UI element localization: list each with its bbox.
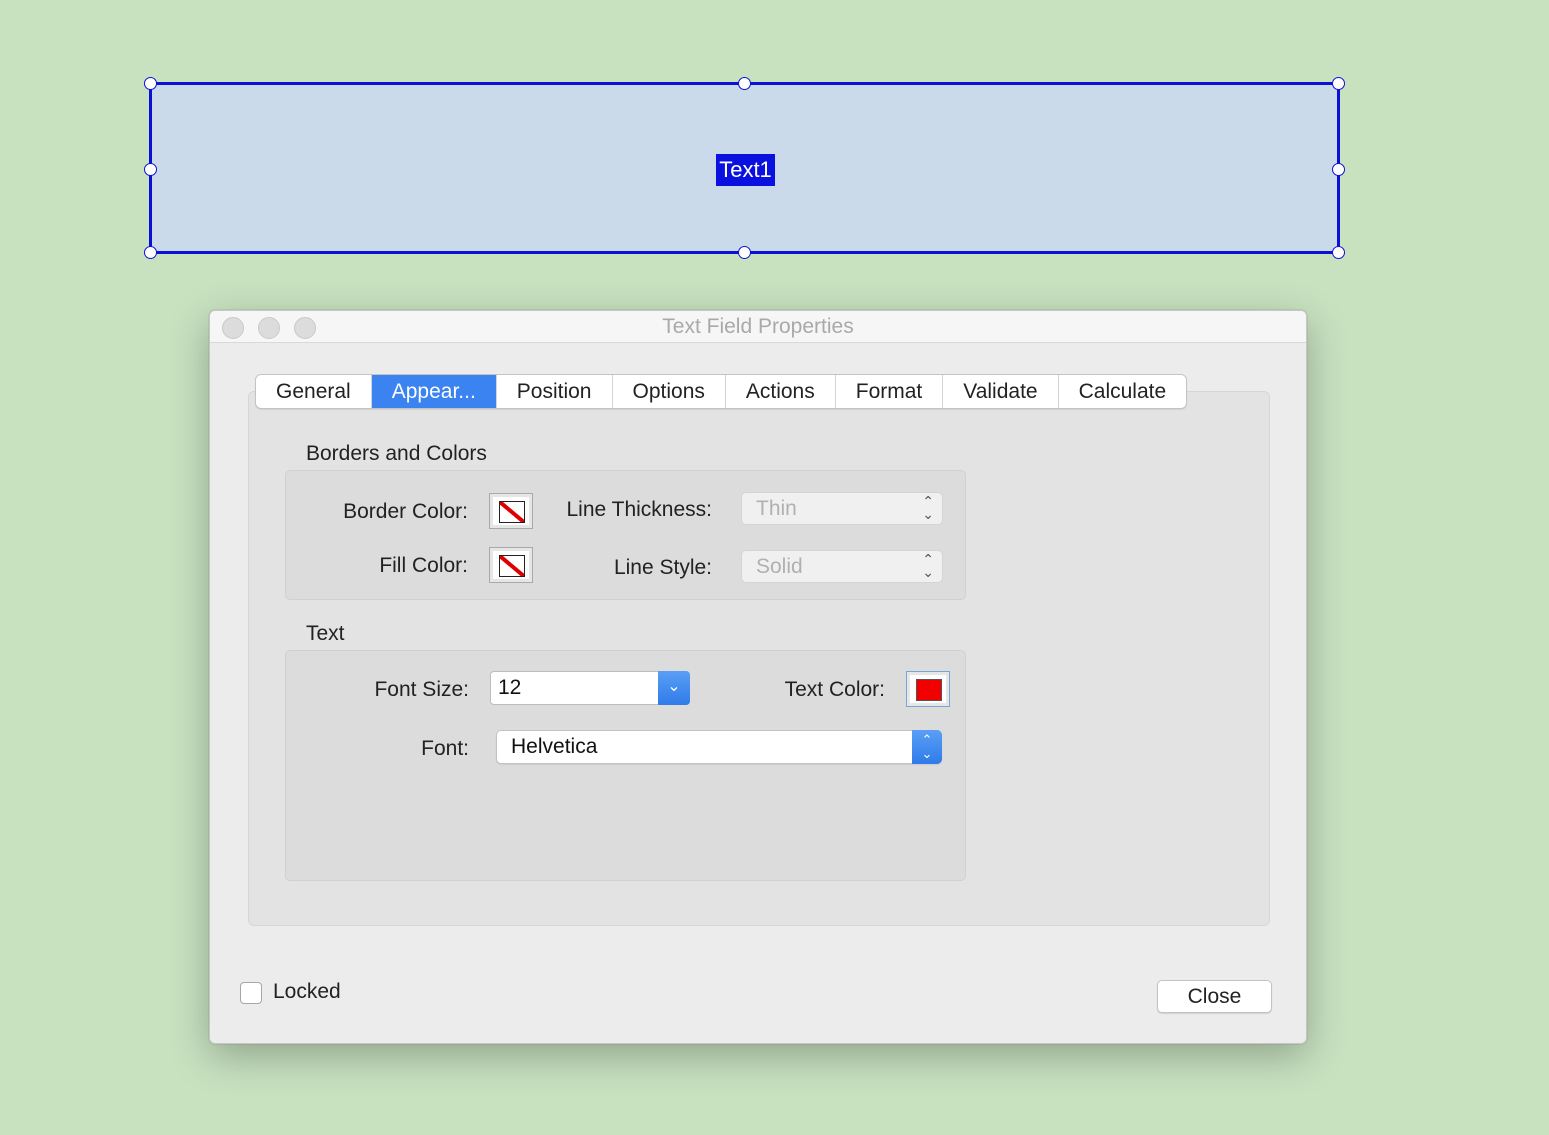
- no-color-icon: [499, 501, 525, 523]
- text-color-fill: [916, 679, 942, 701]
- font-size-label: Font Size:: [374, 678, 469, 701]
- resize-handle-top-center[interactable]: [738, 77, 751, 90]
- border-color-swatch[interactable]: [489, 493, 533, 529]
- border-color-label: Border Color:: [343, 500, 468, 523]
- text-group: Font Size: 12 ⌄ Text Color: Font: Helvet…: [285, 650, 966, 881]
- chevron-up-down-icon: ⌃ ⌄: [912, 730, 942, 764]
- chevron-up-down-icon: ⌃ ⌄: [922, 551, 934, 580]
- resize-handle-bottom-left[interactable]: [144, 246, 157, 259]
- chevron-up-down-icon: ⌃ ⌄: [922, 493, 934, 522]
- font-size-value: 12: [498, 676, 522, 699]
- line-style-value: Solid: [756, 555, 803, 578]
- line-style-select[interactable]: Solid ⌃ ⌄: [741, 550, 943, 583]
- resize-handle-bottom-right[interactable]: [1332, 246, 1345, 259]
- dialog-title: Text Field Properties: [662, 315, 854, 338]
- tab-content-panel: Borders and Colors Border Color: Fill Co…: [248, 391, 1270, 926]
- tab-validate[interactable]: Validate: [943, 375, 1059, 408]
- text-heading: Text: [306, 622, 345, 645]
- tab-actions[interactable]: Actions: [726, 375, 836, 408]
- line-thickness-label: Line Thickness:: [566, 498, 712, 521]
- fill-color-swatch[interactable]: [489, 547, 533, 583]
- resize-handle-middle-left[interactable]: [144, 163, 157, 176]
- close-button[interactable]: Close: [1157, 980, 1272, 1013]
- chevron-down-icon[interactable]: ⌄: [658, 671, 690, 705]
- resize-handle-middle-right[interactable]: [1332, 163, 1345, 176]
- no-color-icon: [499, 555, 525, 577]
- field-name-label: Text1: [716, 154, 775, 186]
- text-color-label: Text Color:: [784, 678, 885, 701]
- line-thickness-select[interactable]: Thin ⌃ ⌄: [741, 492, 943, 525]
- resize-handle-top-right[interactable]: [1332, 77, 1345, 90]
- tab-general[interactable]: General: [256, 375, 372, 408]
- tab-bar: General Appear... Position Options Actio…: [255, 374, 1188, 409]
- locked-checkbox[interactable]: [240, 982, 262, 1004]
- fill-color-label: Fill Color:: [379, 554, 468, 577]
- text-field-properties-dialog: Text Field Properties Borders and Colors…: [209, 310, 1307, 1044]
- locked-label[interactable]: Locked: [273, 980, 341, 1004]
- resize-handle-top-left[interactable]: [144, 77, 157, 90]
- font-label: Font:: [421, 737, 469, 760]
- text-color-swatch[interactable]: [906, 671, 950, 707]
- line-thickness-value: Thin: [756, 497, 797, 520]
- tab-calculate[interactable]: Calculate: [1059, 375, 1187, 408]
- tab-appearance[interactable]: Appear...: [371, 375, 497, 408]
- font-size-combo[interactable]: 12 ⌄: [490, 671, 690, 705]
- font-select[interactable]: Helvetica ⌃ ⌄: [496, 730, 942, 764]
- tab-options[interactable]: Options: [613, 375, 726, 408]
- tab-position[interactable]: Position: [497, 375, 613, 408]
- title-bar[interactable]: Text Field Properties: [210, 311, 1306, 343]
- borders-and-colors-group: Border Color: Fill Color: Line Thickness…: [285, 470, 966, 600]
- resize-handle-bottom-center[interactable]: [738, 246, 751, 259]
- font-value: Helvetica: [511, 735, 598, 758]
- line-style-label: Line Style:: [613, 556, 712, 579]
- borders-and-colors-heading: Borders and Colors: [306, 442, 487, 465]
- tab-format[interactable]: Format: [836, 375, 944, 408]
- text-field-annotation[interactable]: Text1: [144, 77, 1345, 259]
